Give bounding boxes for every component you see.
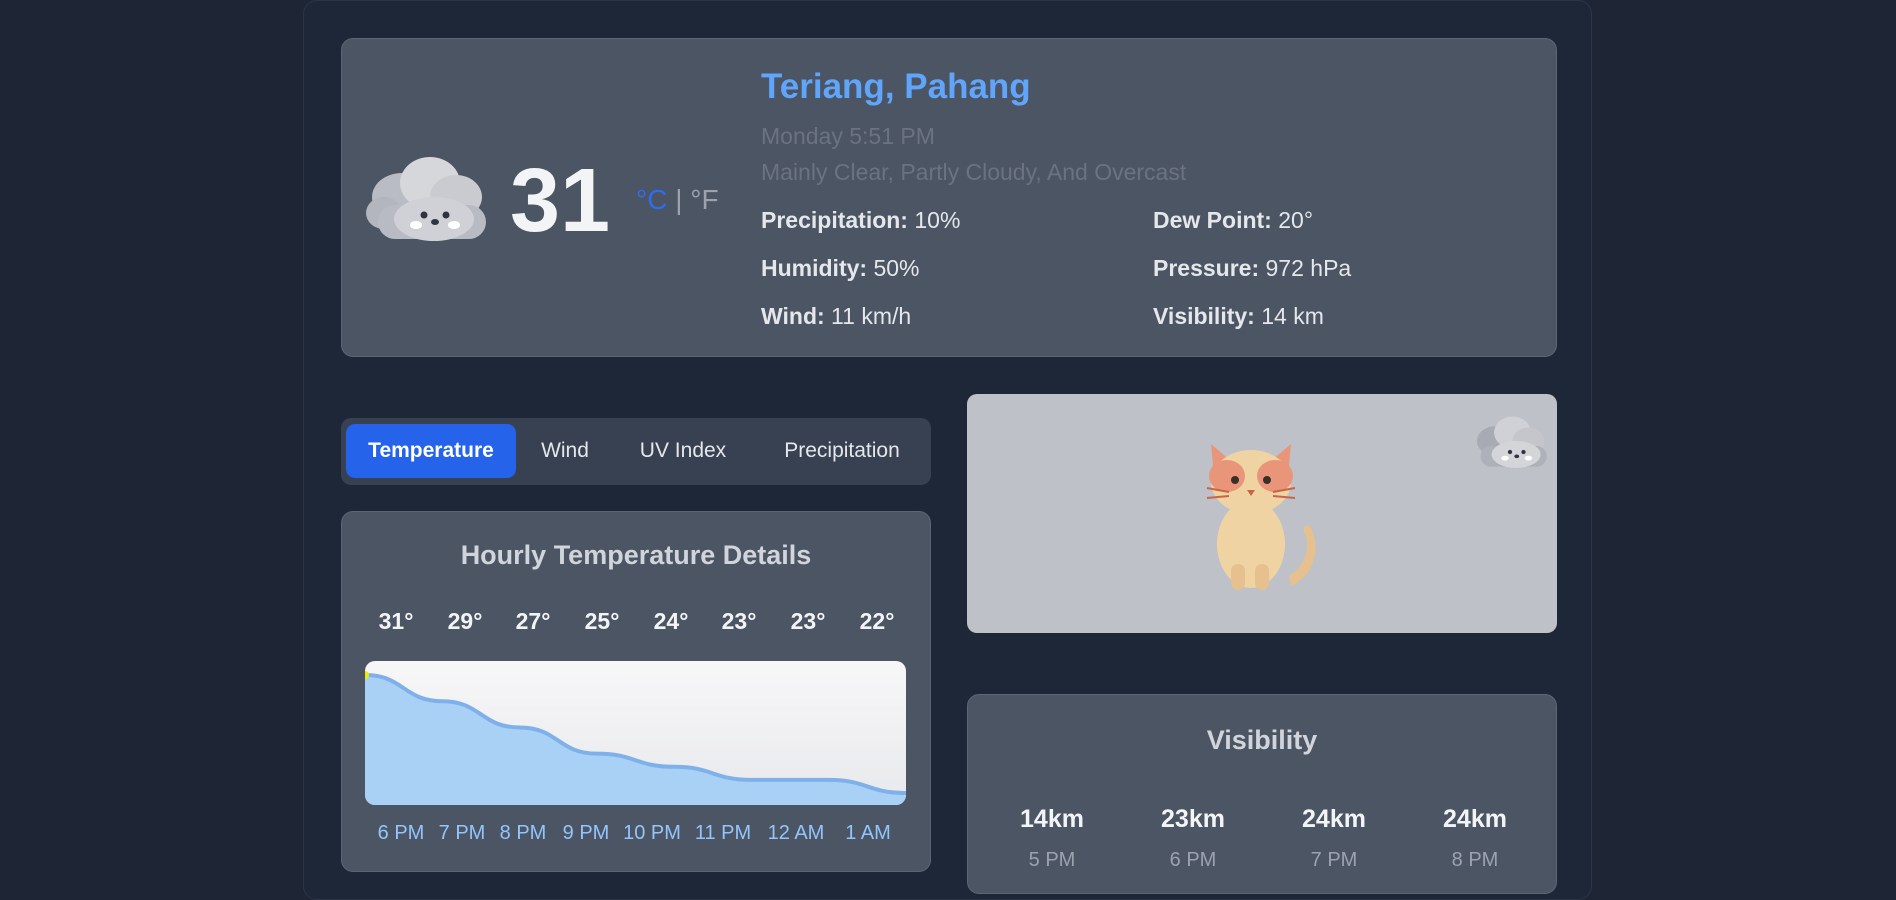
stat-pressure: Pressure: 972 hPa <box>1153 255 1351 282</box>
tab-temperature[interactable]: Temperature <box>346 424 516 478</box>
visibility-time: 7 PM <box>1310 849 1358 871</box>
tab-uv-index[interactable]: UV Index <box>620 424 746 478</box>
visibility-card: Visibility 14km 5 PM 23km 6 PM 24km 7 PM… <box>967 694 1557 894</box>
unit-separator: | <box>675 184 683 215</box>
temperature-chart <box>365 661 906 805</box>
visibility-value: 23km <box>1161 805 1225 833</box>
metric-tabs: Temperature Wind UV Index Precipitation <box>341 418 931 485</box>
visibility-time: 6 PM <box>1169 849 1217 871</box>
weather-condition: Mainly Clear, Partly Cloudy, And Overcas… <box>761 159 1187 185</box>
visibility-value: 24km <box>1302 805 1366 833</box>
stat-value: 972 hPa <box>1265 255 1352 281</box>
date-time: Monday 5:51 PM <box>761 123 935 149</box>
temperature-area <box>365 675 906 805</box>
stat-label: Dew Point: <box>1153 207 1272 233</box>
cat-icon <box>1206 444 1316 590</box>
stat-label: Visibility: <box>1153 303 1255 329</box>
fahrenheit-toggle[interactable]: °F <box>690 184 718 215</box>
hourly-time: 10 PM <box>623 822 681 844</box>
stat-value: 11 km/h <box>831 303 912 329</box>
stat-humidity: Humidity: 50% <box>761 255 920 282</box>
hourly-time: 12 AM <box>767 822 825 844</box>
weather-illustration <box>967 394 1557 633</box>
tab-precipitation[interactable]: Precipitation <box>761 424 923 478</box>
temperature-area-chart <box>365 671 906 805</box>
location-title: Teriang, Pahang <box>761 67 1031 106</box>
hourly-temp: 27° <box>515 608 551 634</box>
cloud-face-icon <box>1476 416 1547 468</box>
hourly-temp: 23° <box>721 608 757 634</box>
hourly-temp: 23° <box>790 608 826 634</box>
current-temperature: 31 <box>510 151 611 251</box>
tab-wind[interactable]: Wind <box>522 424 608 478</box>
hourly-temp: 31° <box>378 608 414 634</box>
hourly-time: 1 AM <box>845 822 891 844</box>
stat-dew-point: Dew Point: 20° <box>1153 207 1313 234</box>
visibility-time: 5 PM <box>1028 849 1076 871</box>
stat-value: 20° <box>1278 207 1314 233</box>
visibility-value: 14km <box>1020 805 1084 833</box>
stat-wind: Wind: 11 km/h <box>761 303 911 330</box>
hourly-time: 11 PM <box>694 822 752 844</box>
cloud-face-icon <box>366 157 486 241</box>
stat-label: Pressure: <box>1153 255 1260 281</box>
celsius-toggle[interactable]: °C <box>636 184 667 215</box>
hourly-temp: 25° <box>584 608 620 634</box>
hourly-temp: 29° <box>447 608 483 634</box>
hourly-temperature-card: Hourly Temperature Details 31° 29° 27° 2… <box>341 511 931 872</box>
visibility-time: 8 PM <box>1451 849 1499 871</box>
visibility-title: Visibility <box>1206 725 1318 755</box>
hourly-title: Hourly Temperature Details <box>460 540 812 570</box>
stat-value: 10% <box>914 207 961 233</box>
unit-toggle: °C | °F <box>636 184 719 216</box>
stat-value: 14 km <box>1261 303 1324 329</box>
visibility-value: 24km <box>1443 805 1507 833</box>
stat-visibility: Visibility: 14 km <box>1153 303 1324 330</box>
stat-label: Humidity: <box>761 255 868 281</box>
hourly-temp: 22° <box>859 608 895 634</box>
stat-label: Precipitation: <box>761 207 908 233</box>
stat-value: 50% <box>873 255 920 281</box>
stat-label: Wind: <box>761 303 825 329</box>
stat-precipitation: Precipitation: 10% <box>761 207 960 234</box>
hourly-temp: 24° <box>653 608 689 634</box>
current-weather-card: 31 °C | °F Teriang, Pahang Monday 5:51 P… <box>341 38 1557 357</box>
